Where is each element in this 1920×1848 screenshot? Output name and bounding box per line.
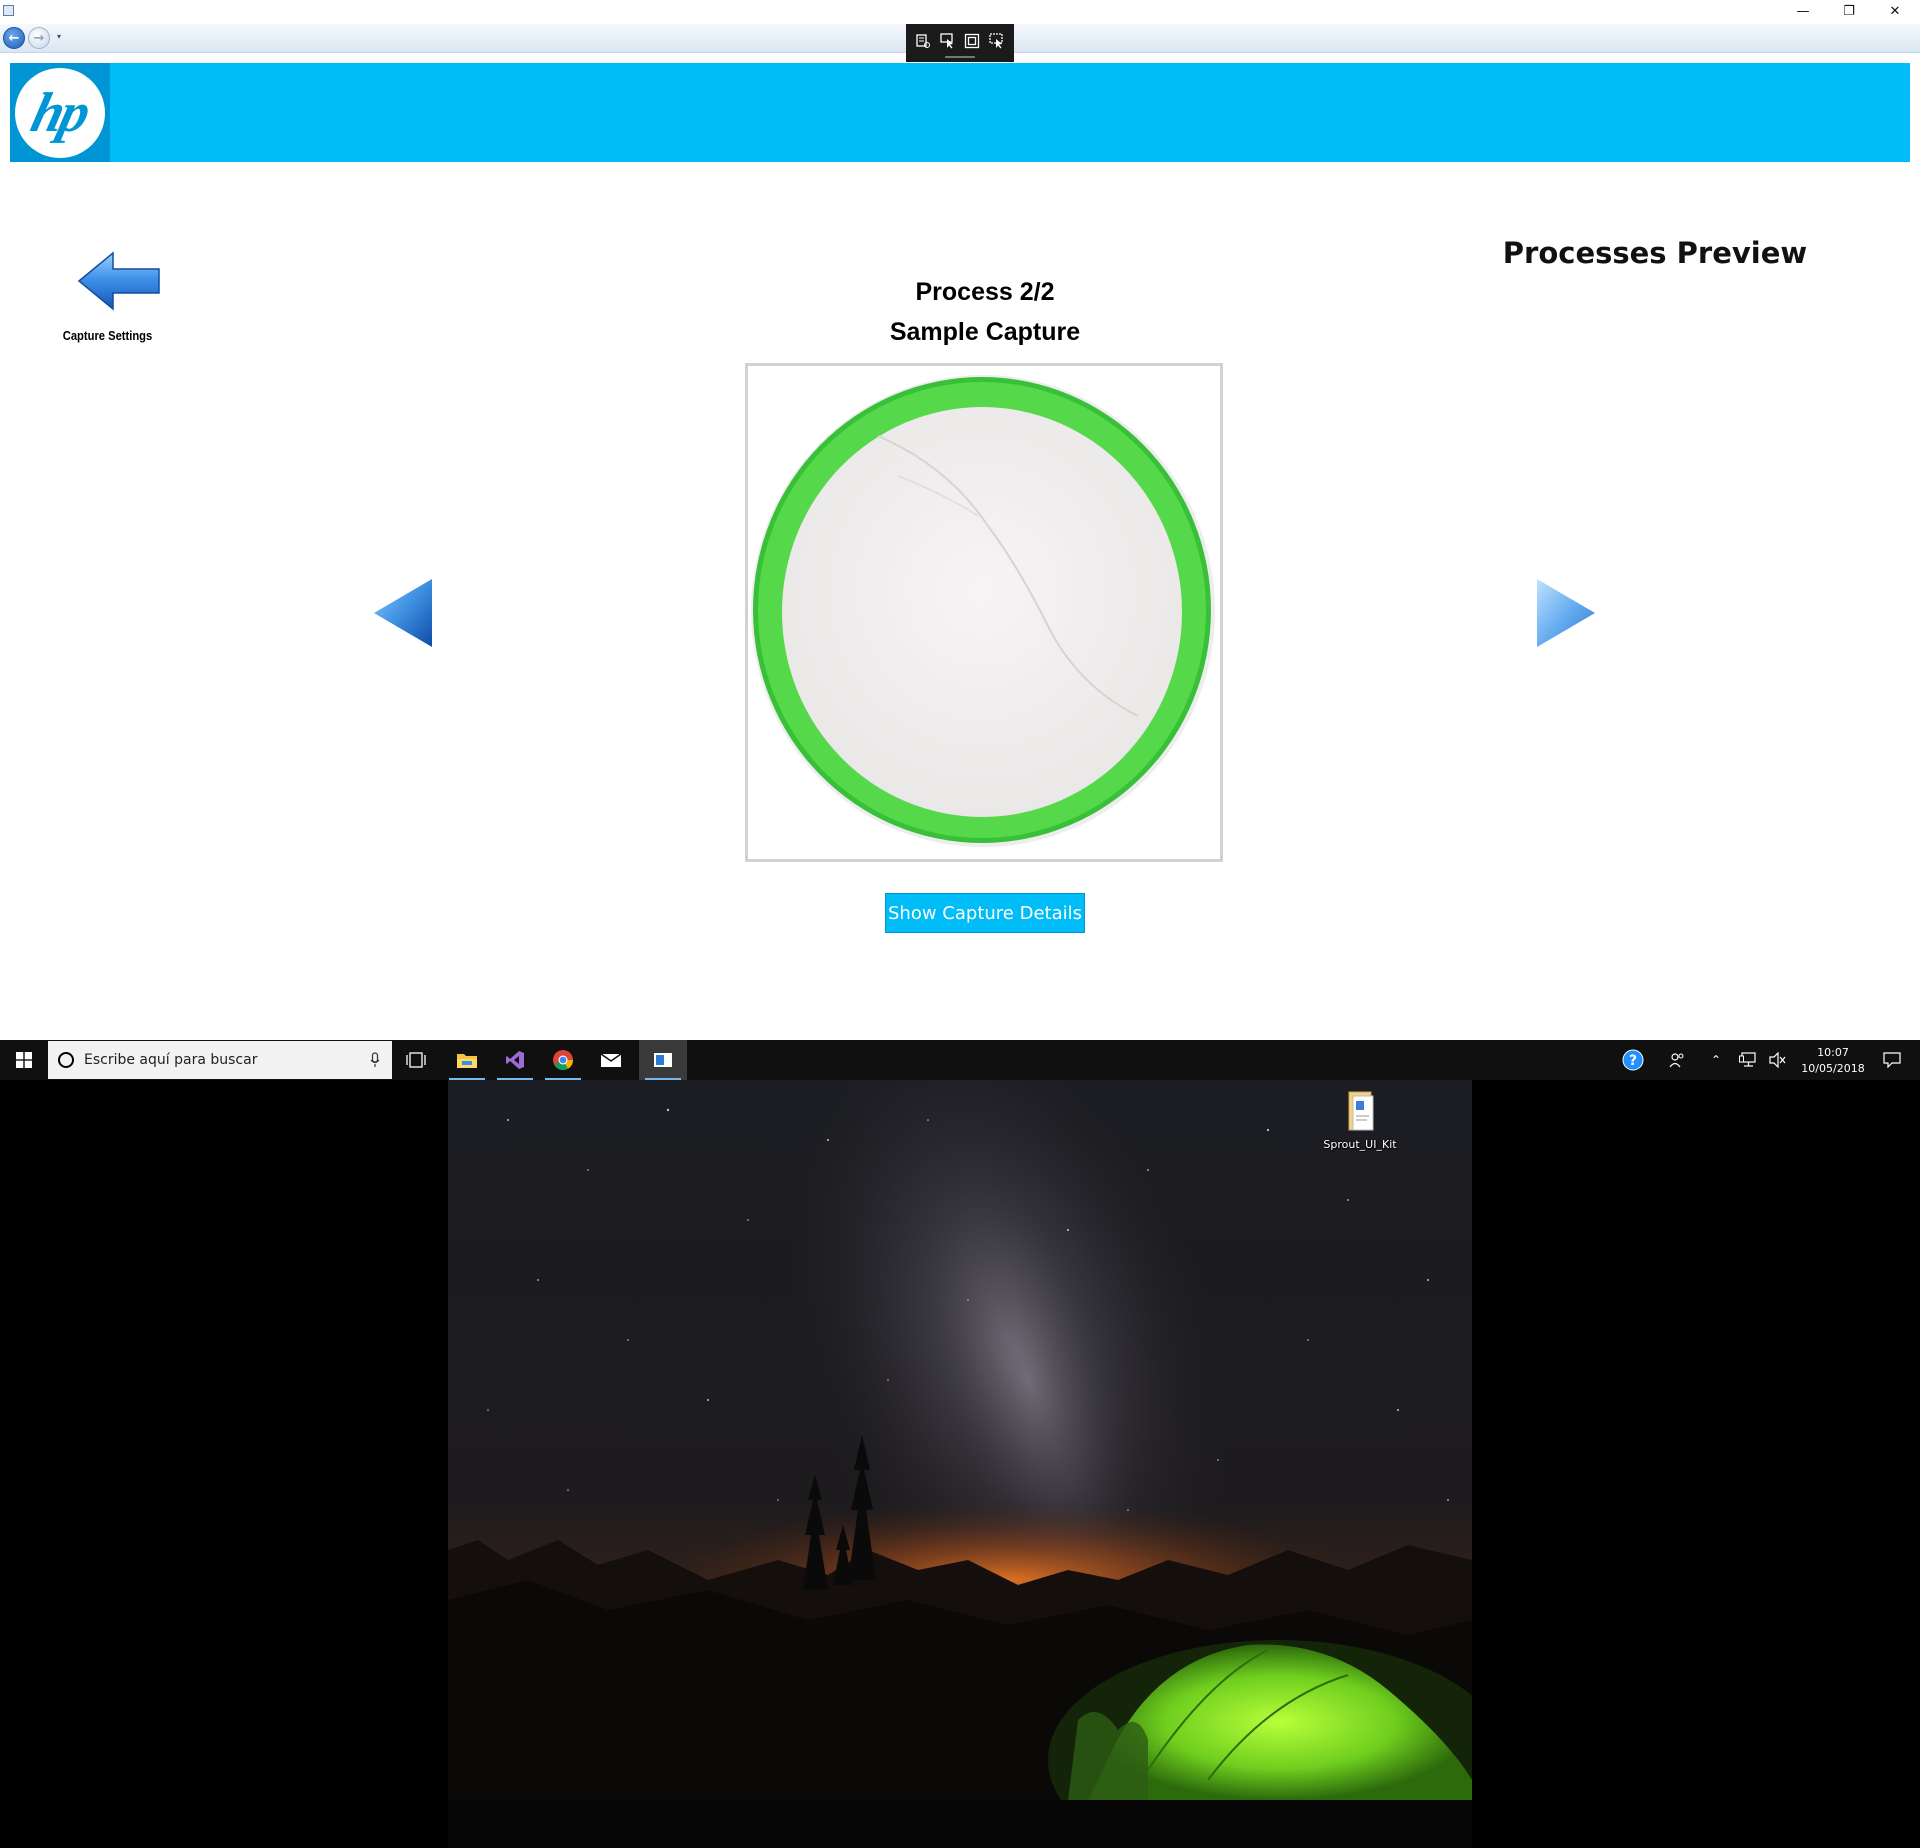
select-element-icon[interactable] <box>937 30 960 52</box>
app-window: — ❐ ✕ ← → ▾ hp Capture Settings Processe… <box>0 0 1920 1040</box>
arrow-left-icon: ← <box>8 30 20 46</box>
show-capture-details-button[interactable]: Show Capture Details <box>885 893 1085 933</box>
next-process-button[interactable] <box>1535 577 1597 649</box>
start-button[interactable] <box>0 1040 48 1080</box>
visual-studio-icon <box>506 1051 524 1069</box>
track-focus-icon[interactable] <box>986 30 1009 52</box>
notification-icon <box>1883 1052 1901 1068</box>
desktop-icon-label: Sprout_UI_Kit <box>1323 1138 1397 1151</box>
taskbar-sprout-app[interactable] <box>639 1040 687 1080</box>
clock-time: 10:07 <box>1817 1046 1849 1059</box>
task-view-button[interactable] <box>392 1040 440 1080</box>
previous-process-button[interactable] <box>372 577 434 649</box>
back-navigation-button[interactable]: ← <box>3 27 25 49</box>
restore-button[interactable]: ❐ <box>1826 0 1872 22</box>
taskbar-mail[interactable] <box>587 1040 635 1080</box>
sprout-app-icon <box>654 1053 672 1067</box>
volume-muted-icon <box>1769 1052 1786 1068</box>
taskbar-search-box[interactable]: Escribe aquí para buscar <box>48 1041 392 1079</box>
process-counter: Process 2/2 <box>915 278 1055 306</box>
display-layout-icon[interactable] <box>961 30 984 52</box>
arrow-right-icon: → <box>33 30 45 46</box>
close-button[interactable]: ✕ <box>1872 0 1918 22</box>
live-tree-icon[interactable] <box>912 30 935 52</box>
file-explorer-icon <box>457 1054 477 1068</box>
volume-tray-button[interactable] <box>1764 1040 1792 1080</box>
task-view-icon <box>406 1052 426 1068</box>
minimize-button[interactable]: — <box>1780 0 1826 22</box>
microphone-icon[interactable] <box>370 1052 380 1068</box>
help-icon: ? <box>1622 1049 1644 1071</box>
page-title: Processes Preview <box>1502 236 1808 270</box>
title-bar: — ❐ ✕ <box>0 0 1920 24</box>
action-center-button[interactable] <box>1872 1040 1912 1080</box>
network-icon <box>1739 1052 1756 1067</box>
help-tray-button[interactable]: ? <box>1618 1040 1648 1080</box>
svg-text:?: ? <box>1629 1053 1637 1069</box>
hp-logo-circle: hp <box>15 67 105 158</box>
show-hidden-icons-button[interactable]: ⌃ <box>1702 1040 1730 1080</box>
app-icon <box>3 5 14 16</box>
people-tray-button[interactable] <box>1662 1040 1692 1080</box>
chevron-up-icon: ⌃ <box>1710 1053 1722 1067</box>
navigation-history-dropdown[interactable]: ▾ <box>57 32 61 41</box>
back-arrow-icon <box>77 251 160 311</box>
desktop-wallpaper <box>448 1080 1472 1848</box>
taskbar-file-explorer[interactable] <box>443 1040 491 1080</box>
chrome-icon <box>553 1050 574 1071</box>
capture-preview-image <box>751 375 1215 847</box>
people-icon <box>1669 1053 1684 1068</box>
clock-date: 10/05/2018 <box>1801 1062 1865 1075</box>
folder-icon <box>1348 1091 1374 1131</box>
process-name: Sample Capture <box>889 318 1081 346</box>
taskbar-chrome[interactable] <box>539 1040 587 1080</box>
toolbar-grip[interactable] <box>945 56 975 58</box>
capture-settings-label: Capture Settings <box>62 328 153 343</box>
windows-logo-icon <box>16 1052 32 1068</box>
mail-icon <box>600 1053 622 1067</box>
hp-logo: hp <box>10 63 110 162</box>
taskbar: Escribe aquí para buscar ? ⌃ 10:07 10/05… <box>0 1040 1920 1080</box>
search-placeholder: Escribe aquí para buscar <box>84 1052 258 1068</box>
taskbar-clock[interactable]: 10:07 10/05/2018 <box>1793 1045 1873 1077</box>
debug-toolbar <box>906 24 1014 62</box>
capture-preview-frame <box>745 363 1223 862</box>
header-banner: hp <box>10 63 1910 162</box>
hp-logo-text: hp <box>25 81 95 144</box>
network-tray-button[interactable] <box>1734 1040 1762 1080</box>
cortana-icon <box>58 1052 74 1068</box>
capture-settings-back-link[interactable]: Capture Settings <box>55 245 165 355</box>
taskbar-visual-studio[interactable] <box>491 1040 539 1080</box>
forward-navigation-button[interactable]: → <box>28 27 50 49</box>
desktop: Sprout_UI_Kit <box>0 1080 1920 1848</box>
desktop-shortcut-sprout-ui-kit[interactable]: Sprout_UI_Kit <box>1315 1090 1405 1160</box>
